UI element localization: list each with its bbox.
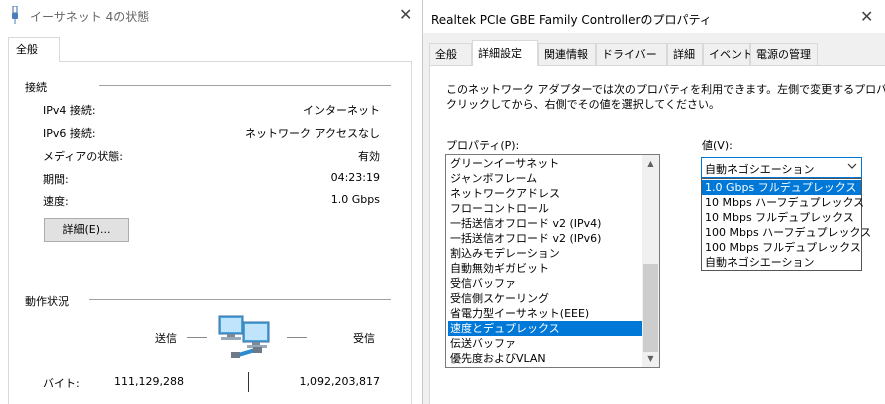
- value-label: 値(V):: [702, 139, 733, 152]
- media-state-label: メディアの状態:: [43, 150, 123, 163]
- scroll-thumb[interactable]: [643, 264, 658, 352]
- close-button[interactable]: ✕: [399, 7, 412, 23]
- list-item[interactable]: 割込みモデレーション: [448, 246, 644, 261]
- ipv4-value: インターネット: [303, 104, 380, 117]
- list-item[interactable]: ジャンボフレーム: [448, 171, 644, 186]
- network-computers-icon: [218, 315, 270, 358]
- list-item[interactable]: 受信バッファ: [448, 276, 644, 291]
- ipv6-value: ネットワーク アクセスなし: [245, 127, 380, 140]
- sent-label: 送信: [155, 332, 177, 345]
- bytes-label: バイト:: [43, 377, 80, 390]
- property-scrollbar[interactable]: ▲ ▼: [642, 155, 659, 367]
- status-window: イーサネット 4の状態 ✕ 全般 接続 IPv4 接続: インターネット IPv…: [0, 0, 420, 404]
- tab-general[interactable]: 全般: [429, 43, 472, 65]
- option[interactable]: 10 Mbps ハーフデュプレックス: [702, 195, 864, 210]
- tab-events[interactable]: イベント: [703, 43, 753, 65]
- ipv6-label: IPv6 接続:: [43, 127, 96, 140]
- received-line: [287, 337, 307, 338]
- activity-divider: [89, 299, 391, 300]
- tab-driver[interactable]: ドライバー: [596, 43, 667, 65]
- list-item[interactable]: ネットワークアドレス: [448, 186, 644, 201]
- connection-heading: 接続: [25, 79, 55, 95]
- list-item[interactable]: グリーンイーサネット: [448, 156, 644, 171]
- list-item[interactable]: 受信側スケーリング: [448, 291, 644, 306]
- value-dropdown[interactable]: 自動ネゴシエーション: [701, 157, 862, 178]
- list-item[interactable]: 伝送バッファ: [448, 336, 644, 351]
- option[interactable]: 自動ネゴシエーション: [702, 255, 861, 270]
- duration-label: 期間:: [43, 173, 69, 186]
- description-line-1: このネットワーク アダプターでは次のプロパティを利用できます。左側で変更するプロ…: [446, 83, 885, 96]
- details-button[interactable]: 詳細(E)...: [44, 218, 129, 242]
- window-title: イーサネット 4の状態: [30, 10, 150, 24]
- tab-general[interactable]: 全般: [8, 37, 60, 62]
- list-item-selected[interactable]: 速度とデュプレックス: [448, 321, 644, 336]
- tab-details[interactable]: 詳細: [667, 43, 703, 65]
- received-label: 受信: [353, 332, 375, 345]
- tab-related-info[interactable]: 関連情報: [538, 43, 596, 65]
- description-line-2: クリックしてから、右側でその値を選択してください。: [446, 98, 721, 111]
- activity-heading: 動作状況: [25, 293, 77, 309]
- properties-titlebar: Realtek PCIe GBE Family Controllerのプロパティ…: [423, 0, 885, 33]
- scroll-down-icon[interactable]: ▼: [642, 350, 659, 367]
- value-options-list[interactable]: 1.0 Gbps フルデュプレックス 10 Mbps ハーフデュプレックス 10…: [701, 178, 871, 271]
- chevron-down-icon: [847, 163, 857, 169]
- list-item[interactable]: 省電力型イーサネット(EEE): [448, 306, 644, 321]
- property-label: プロパティ(P):: [446, 139, 520, 152]
- option[interactable]: 10 Mbps フルデュプレックス: [702, 210, 861, 225]
- speed-label: 速度:: [43, 195, 69, 208]
- option-highlighted[interactable]: 1.0 Gbps フルデュプレックス: [702, 180, 861, 195]
- sent-line: [187, 337, 207, 338]
- list-item[interactable]: 一括送信オフロード v2 (IPv6): [448, 231, 644, 246]
- ipv4-label: IPv4 接続:: [43, 104, 96, 117]
- tab-advanced[interactable]: 詳細設定: [472, 40, 538, 66]
- bytes-sent-value: 111,129,288: [114, 375, 184, 388]
- connection-divider: [99, 85, 391, 86]
- bytes-received-value: 1,092,203,817: [299, 375, 380, 388]
- value-dropdown-text: 自動ネゴシエーション: [705, 163, 815, 176]
- list-item[interactable]: 優先度およびVLAN: [448, 351, 644, 366]
- list-item[interactable]: 一括送信オフロード v2 (IPv4): [448, 216, 644, 231]
- tab-power-management[interactable]: 電源の管理: [750, 43, 818, 65]
- speed-value: 1.0 Gbps: [330, 193, 380, 206]
- option[interactable]: 100 Mbps ハーフデュプレックス: [702, 225, 871, 240]
- close-button[interactable]: ✕: [860, 9, 873, 25]
- duration-value: 04:23:19: [330, 171, 380, 184]
- properties-window: Realtek PCIe GBE Family Controllerのプロパティ…: [422, 0, 885, 404]
- media-state-value: 有効: [358, 150, 380, 163]
- network-adapter-icon: [12, 6, 18, 24]
- status-titlebar: イーサネット 4の状態 ✕: [0, 0, 420, 30]
- window-title: Realtek PCIe GBE Family Controllerのプロパティ: [431, 13, 712, 27]
- list-item[interactable]: フローコントロール: [448, 201, 644, 216]
- activity-separator: [248, 372, 249, 392]
- list-item[interactable]: 自動無効ギガビット: [448, 261, 644, 276]
- property-listbox[interactable]: グリーンイーサネット ジャンボフレーム ネットワークアドレス フローコントロール…: [445, 154, 660, 368]
- scroll-up-icon[interactable]: ▲: [642, 155, 659, 172]
- option[interactable]: 100 Mbps フルデュプレックス: [702, 240, 861, 255]
